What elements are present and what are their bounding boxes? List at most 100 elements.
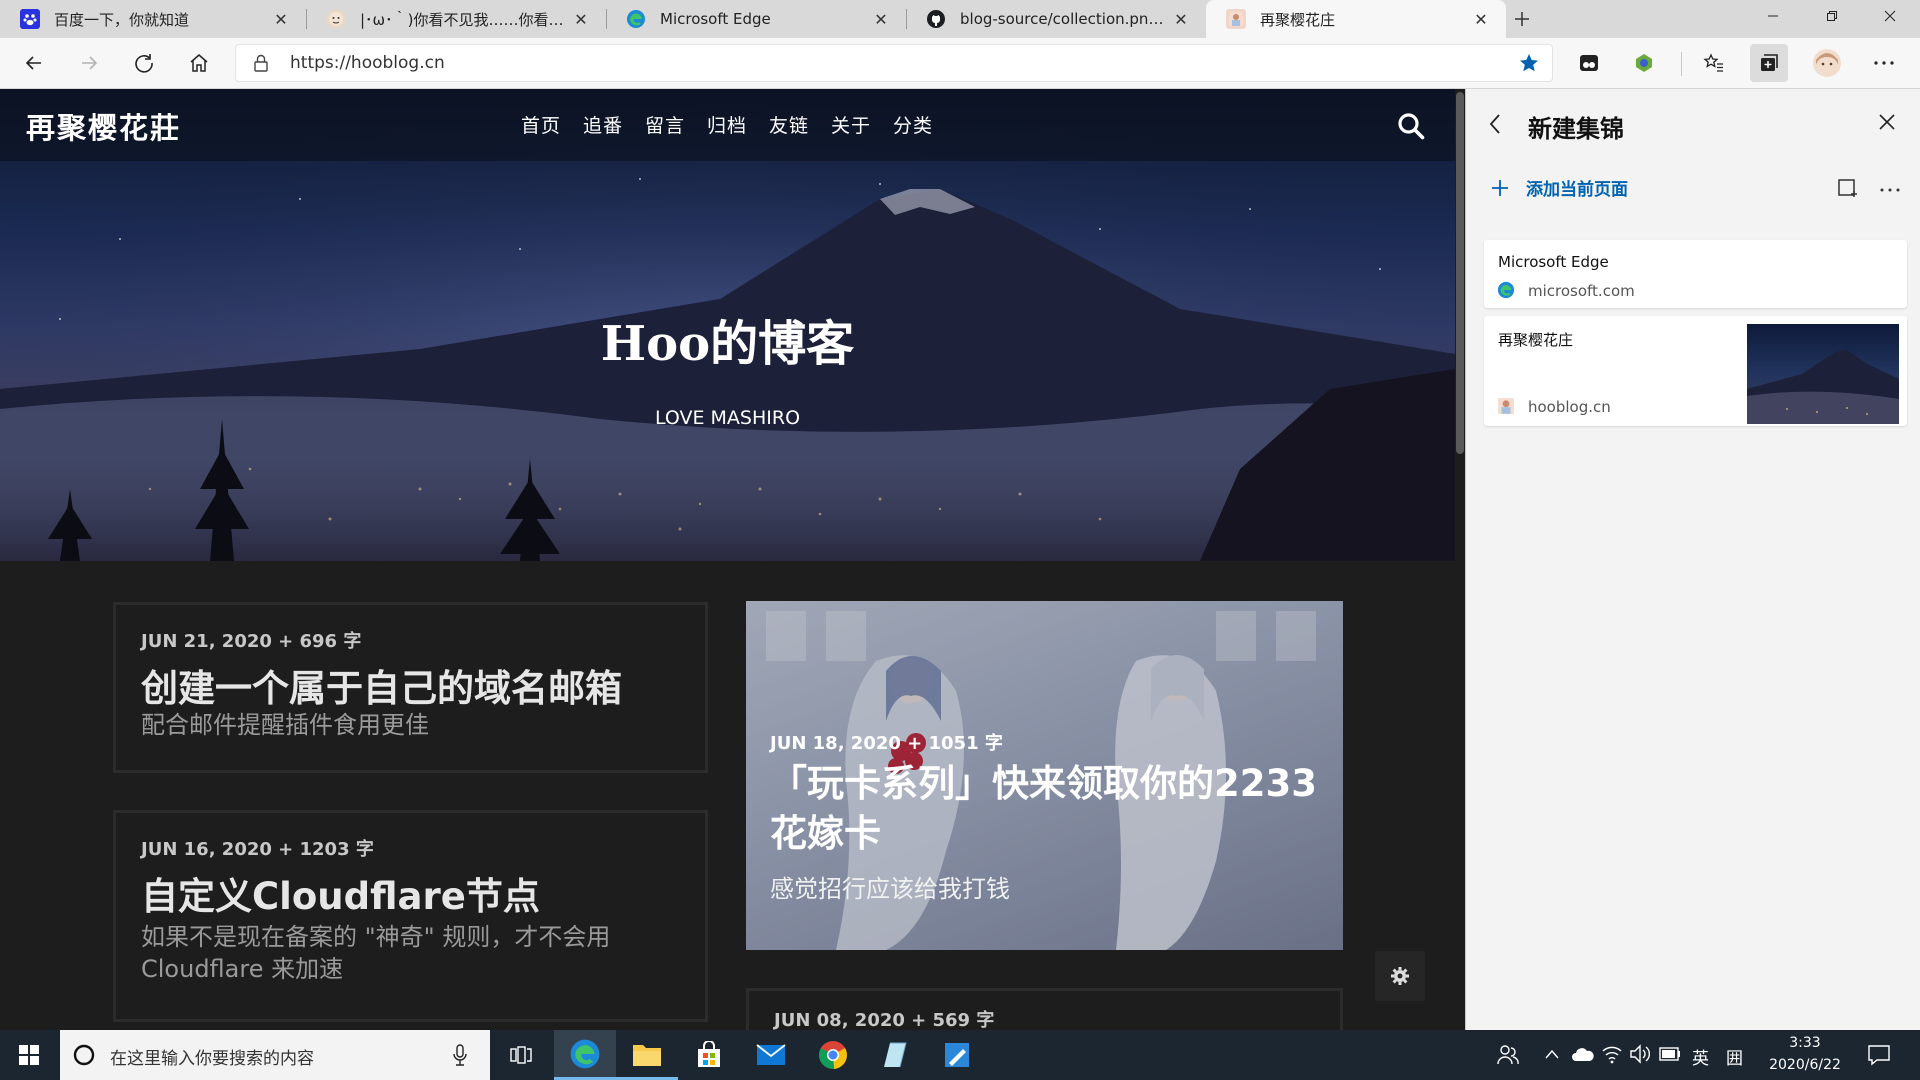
extension-icon[interactable] (1625, 44, 1663, 82)
taskbar-chrome-icon[interactable] (802, 1030, 864, 1080)
close-tab-icon[interactable]: ✕ (1470, 8, 1492, 30)
close-tab-icon[interactable]: ✕ (870, 8, 892, 30)
address-bar[interactable]: https://hooblog.cn (235, 44, 1553, 82)
nav-guestbook[interactable]: 留言 (645, 111, 685, 138)
ime-language-indicator[interactable]: 英 (1692, 1044, 1709, 1069)
post-card[interactable]: JUN 16, 2020 + 1203 字 自定义Cloudflare节点 如果… (113, 810, 708, 1022)
nav-home[interactable]: 首页 (521, 111, 561, 138)
tab-avatar[interactable]: |･ω･｀)你看不见我……你看不见我 ✕ (306, 0, 606, 38)
post-title[interactable]: 创建一个属于自己的域名邮箱 (141, 658, 622, 712)
collection-item-title: Microsoft Edge (1498, 253, 1609, 271)
restore-button[interactable] (1803, 0, 1861, 32)
add-current-page-button[interactable]: 添加当前页面 (1490, 175, 1628, 200)
browser-toolbar: https://hooblog.cn (0, 38, 1920, 89)
taskbar-file-explorer-icon[interactable] (616, 1030, 678, 1080)
add-note-icon[interactable] (1837, 177, 1859, 199)
close-pane-icon[interactable] (1878, 113, 1896, 131)
close-tab-icon[interactable]: ✕ (1170, 8, 1192, 30)
page-thumbnail (1747, 324, 1899, 424)
post-meta: JUN 18, 2020 + 1051 字 (770, 733, 1003, 754)
close-tab-icon[interactable]: ✕ (570, 8, 592, 30)
taskbar-mail-icon[interactable] (740, 1030, 802, 1080)
post-excerpt: 配合邮件提醒插件食用更佳 (141, 711, 429, 739)
forward-button[interactable] (70, 44, 108, 82)
favorites-icon[interactable] (1695, 44, 1733, 82)
post-meta: JUN 16, 2020 + 1203 字 (141, 839, 374, 860)
tab-microsoft-edge[interactable]: Microsoft Edge ✕ (606, 0, 906, 38)
wifi-icon[interactable] (1601, 1044, 1623, 1064)
search-icon[interactable] (1397, 112, 1425, 140)
tab-baidu[interactable]: 百度一下，你就知道 ✕ (0, 0, 306, 38)
taskbar-search-box[interactable]: 在这里输入你要搜索的内容 (60, 1030, 490, 1080)
nav-anime[interactable]: 追番 (583, 111, 623, 138)
post-title[interactable]: 「玩卡系列」快来领取你的2233 (770, 759, 1317, 809)
new-tab-button[interactable] (1503, 0, 1541, 38)
taskbar-paint-icon[interactable] (926, 1030, 988, 1080)
clock-date[interactable]: 2020/6/22 (1765, 1057, 1845, 1073)
featured-post-card[interactable]: JUN 18, 2020 + 1051 字 「玩卡系列」快来领取你的2233 花… (746, 601, 1343, 950)
people-icon[interactable] (1496, 1043, 1520, 1067)
ime-mode-indicator[interactable]: 囲 (1726, 1044, 1743, 1069)
minimize-button[interactable] (1744, 0, 1802, 32)
taskbar-notepad-icon[interactable] (864, 1030, 926, 1080)
close-window-button[interactable] (1861, 0, 1919, 32)
avatar-icon (326, 9, 346, 29)
taskbar-edge-icon[interactable] (554, 1030, 616, 1080)
microphone-icon[interactable] (453, 1044, 467, 1066)
hero-banner: 再聚樱花莊 首页 追番 留言 归档 友链 关于 分类 Hoo的博客 LOVE M… (0, 89, 1455, 561)
collection-title[interactable]: 新建集锦 (1528, 109, 1624, 144)
collection-item[interactable]: Microsoft Edge microsoft.com (1484, 240, 1907, 308)
post-card[interactable]: JUN 08, 2020 + 569 字 (746, 988, 1343, 1030)
extension-icon[interactable] (1570, 44, 1608, 82)
sakura-icon (1226, 9, 1246, 29)
volume-icon[interactable] (1629, 1044, 1651, 1064)
task-view-icon[interactable] (490, 1030, 552, 1080)
onedrive-cloud-icon[interactable] (1571, 1046, 1595, 1062)
start-button[interactable] (0, 1030, 58, 1080)
post-excerpt: 感觉招行应该给我打钱 (770, 875, 1010, 903)
post-title[interactable]: 自定义Cloudflare节点 (141, 866, 540, 920)
site-logo[interactable]: 再聚樱花莊 (26, 105, 181, 147)
page-scrollbar-thumb[interactable] (1456, 92, 1464, 454)
tab-strip: 百度一下，你就知道 ✕ |･ω･｀)你看不见我……你看不见我 ✕ Microso… (0, 0, 1920, 38)
close-tab-icon[interactable]: ✕ (270, 8, 292, 30)
notification-center-icon[interactable] (1867, 1043, 1891, 1067)
back-chevron-icon[interactable] (1488, 113, 1502, 135)
post-excerpt: Cloudflare 来加速 (141, 955, 344, 983)
cortana-icon (72, 1043, 96, 1067)
collection-item[interactable]: 再聚樱花庄 hooblog.cn (1484, 316, 1907, 426)
nav-archive[interactable]: 归档 (707, 111, 747, 138)
nav-categories[interactable]: 分类 (893, 111, 933, 138)
tab-sakura[interactable]: 再聚樱花庄 ✕ (1206, 0, 1506, 38)
home-button[interactable] (180, 44, 218, 82)
clock-time[interactable]: 3:33 (1765, 1035, 1845, 1051)
back-button[interactable] (15, 44, 53, 82)
refresh-button[interactable] (125, 44, 163, 82)
post-card[interactable]: JUN 21, 2020 + 696 字 创建一个属于自己的域名邮箱 配合邮件提… (113, 602, 708, 773)
windows-logo-icon (19, 1045, 39, 1065)
collection-item-domain: hooblog.cn (1528, 398, 1611, 416)
tab-title: |･ω･｀)你看不见我……你看不见我 (360, 10, 564, 29)
more-menu-icon[interactable] (1865, 44, 1903, 82)
post-meta: JUN 08, 2020 + 569 字 (774, 1010, 995, 1030)
taskbar-store-icon[interactable] (678, 1030, 740, 1080)
tab-title: blog-source/collection.png at m (960, 10, 1164, 28)
tab-github[interactable]: blog-source/collection.png at m ✕ (906, 0, 1206, 38)
edge-icon (1497, 281, 1515, 299)
collections-pane: 新建集锦 添加当前页面 Microsoft Edge microsoft.com… (1465, 89, 1920, 1030)
collections-icon[interactable] (1750, 44, 1788, 82)
nav-links[interactable]: 友链 (769, 111, 809, 138)
post-title[interactable]: 花嫁卡 (770, 809, 881, 859)
nav-about[interactable]: 关于 (831, 111, 871, 138)
lock-icon[interactable] (253, 54, 269, 72)
hero-subtitle: LOVE MASHIRO (654, 407, 801, 429)
more-options-icon[interactable] (1879, 187, 1901, 193)
baidu-icon (20, 9, 40, 29)
favorite-star-icon[interactable] (1518, 52, 1540, 74)
battery-icon[interactable] (1659, 1047, 1681, 1061)
show-hidden-icons-chevron-icon[interactable] (1545, 1049, 1559, 1059)
settings-button[interactable] (1375, 951, 1425, 1001)
webpage-viewport: 再聚樱花莊 首页 追番 留言 归档 友链 关于 分类 Hoo的博客 LOVE M… (0, 89, 1465, 1030)
profile-avatar[interactable] (1808, 44, 1846, 82)
site-header: 再聚樱花莊 首页 追番 留言 归档 友链 关于 分类 (0, 89, 1455, 161)
